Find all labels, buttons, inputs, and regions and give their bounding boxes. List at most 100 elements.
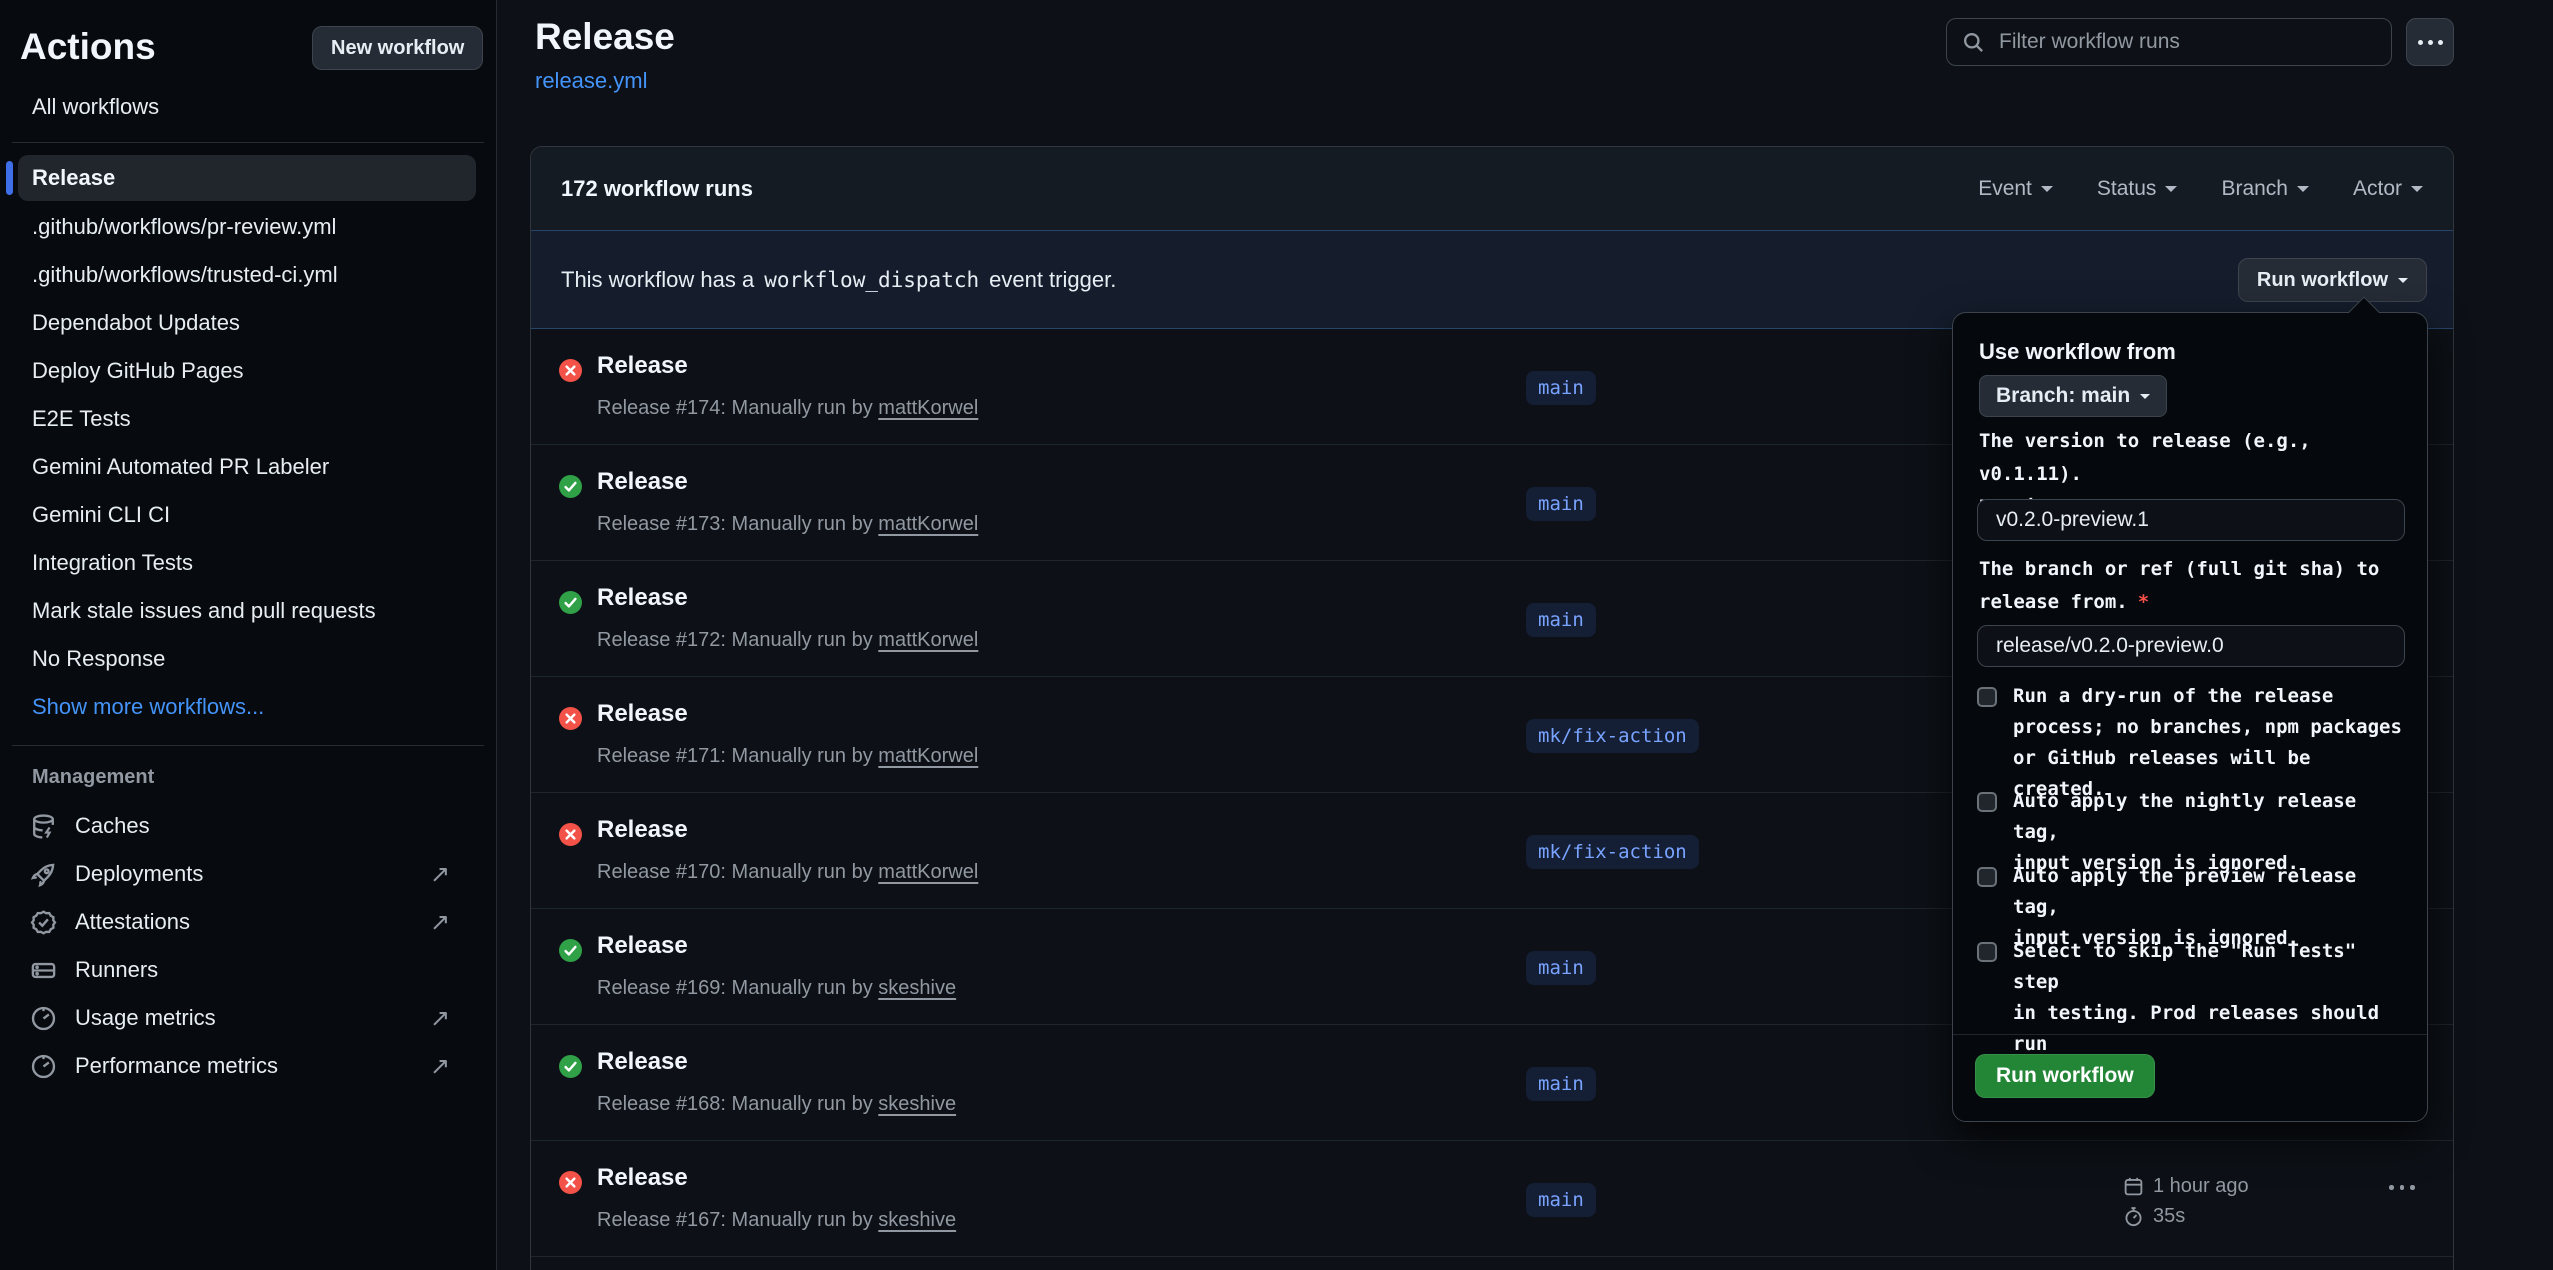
sidebar-item-workflow[interactable]: .github/workflows/pr-review.yml [18,204,476,250]
dry-run-checkbox[interactable] [1977,687,1997,707]
actor-link[interactable]: skeshive [878,1093,956,1115]
run-duration: 35s [2153,1205,2185,1228]
run-title-link[interactable]: Release [597,700,688,728]
success-icon [559,475,582,498]
chevron-down-icon [2140,394,2150,404]
sidebar-item-workflow[interactable]: Dependabot Updates [18,300,476,346]
sidebar-item-workflow[interactable]: Mark stale issues and pull requests [18,588,476,634]
run-time: 1 hour ago [2153,1175,2249,1198]
run-title-link[interactable]: Release [597,816,688,844]
sidebar-item-all-workflows[interactable]: All workflows [18,84,476,130]
run-title-link[interactable]: Release [597,352,688,380]
run-title-link[interactable]: Release [597,584,688,612]
branch-badge[interactable]: mk/fix-action [1526,835,1699,869]
banner-text: event trigger. [989,267,1116,293]
branch-badge[interactable]: main [1526,371,1596,405]
nightly-tag-checkbox[interactable] [1977,792,1997,812]
sidebar-item-caches[interactable]: Caches [18,802,476,850]
sidebar-item-label: Attestations [75,909,476,935]
branch-selector-button[interactable]: Branch: main [1979,375,2167,417]
workflow-file-link[interactable]: release.yml [535,68,647,94]
run-description: Release #167: Manually run by skeshive [597,1209,956,1232]
sidebar-title: Actions [20,26,156,68]
external-link-icon: ↗ [430,1052,450,1081]
chevron-down-icon [2165,186,2177,198]
sidebar-item-workflow[interactable]: Integration Tests [18,540,476,586]
run-title-link[interactable]: Release [597,468,688,496]
ref-input[interactable] [1977,625,2405,667]
run-title-link[interactable]: Release [597,1048,688,1076]
sidebar-item-attestations[interactable]: Attestations ↗ [18,898,476,946]
sidebar-item-workflow[interactable]: Gemini CLI CI [18,492,476,538]
actor-link[interactable]: mattKorwel [878,629,978,651]
failure-icon [559,1171,582,1194]
banner-code: workflow_dispatch [764,268,979,292]
required-asterisk: * [2138,591,2149,613]
run-title-link[interactable]: Release [597,932,688,960]
cache-icon [30,813,57,840]
failure-icon [559,359,582,382]
filter-branch[interactable]: Branch [2221,177,2309,201]
actor-link[interactable]: skeshive [878,1209,956,1231]
sidebar-item-workflow[interactable]: Gemini Automated PR Labeler [18,444,476,490]
run-description: Release #174: Manually run by mattKorwel [597,397,978,420]
run-description: Release #168: Manually run by skeshive [597,1093,956,1116]
sidebar-item-workflow[interactable]: E2E Tests [18,396,476,442]
sidebar-item-label: Runners [75,957,476,983]
branch-badge[interactable]: main [1526,951,1596,985]
stopwatch-icon [2123,1206,2144,1227]
version-input[interactable] [1977,499,2405,541]
run-options-kebab-button[interactable] [2389,1185,2415,1190]
skip-tests-checkbox[interactable] [1977,942,1997,962]
filter-workflow-runs-input[interactable] [1946,18,2392,66]
success-icon [559,939,582,962]
chevron-down-icon [2411,186,2423,198]
divider [12,142,484,143]
branch-badge[interactable]: mk/fix-action [1526,719,1699,753]
actor-link[interactable]: mattKorwel [878,745,978,767]
chevron-down-icon [2041,186,2053,198]
meter-icon [30,1053,57,1080]
sidebar-item-release[interactable]: Release [18,155,476,201]
run-workflow-popover: Use workflow from Branch: main The versi… [1952,312,2428,1122]
sidebar-item-usage-metrics[interactable]: Usage metrics ↗ [18,994,476,1042]
filter-event[interactable]: Event [1978,177,2053,201]
calendar-icon [2123,1176,2144,1197]
sidebar-item-deployments[interactable]: Deployments ↗ [18,850,476,898]
run-title-link[interactable]: Release [597,1164,688,1192]
preview-tag-checkbox[interactable] [1977,867,1997,887]
run-workflow-submit-button[interactable]: Run workflow [1975,1054,2155,1098]
management-heading: Management [32,766,154,789]
workflow-options-kebab-button[interactable] [2406,18,2454,66]
failure-icon [559,707,582,730]
verified-icon [30,909,57,936]
run-description: Release #169: Manually run by skeshive [597,977,956,1000]
sidebar-item-label: Caches [75,813,476,839]
branch-badge[interactable]: main [1526,1183,1596,1217]
runs-panel-header: 172 workflow runs Event Status Branch Ac… [531,147,2453,230]
sidebar-item-runners[interactable]: Runners [18,946,476,994]
sidebar-item-workflow[interactable]: No Response [18,636,476,682]
actor-link[interactable]: skeshive [878,977,956,999]
new-workflow-button[interactable]: New workflow [312,26,483,70]
sidebar-item-performance-metrics[interactable]: Performance metrics ↗ [18,1042,476,1090]
sidebar-item-label: Usage metrics [75,1005,476,1031]
branch-badge[interactable]: main [1526,487,1596,521]
actor-link[interactable]: mattKorwel [878,861,978,883]
branch-badge[interactable]: main [1526,1067,1596,1101]
actor-link[interactable]: mattKorwel [878,513,978,535]
runs-count: 172 workflow runs [561,176,1978,202]
filter-status[interactable]: Status [2097,177,2178,201]
filter-actor[interactable]: Actor [2353,177,2423,201]
branch-badge[interactable]: main [1526,603,1596,637]
page-title: Release [535,16,675,58]
sidebar-item-workflow[interactable]: .github/workflows/trusted-ci.yml [18,252,476,298]
actor-link[interactable]: mattKorwel [878,397,978,419]
workflow-run-row: Release Release #167: Manually run by sk… [531,1141,2453,1257]
run-filters: Event Status Branch Actor [1978,177,2423,201]
sidebar-item-workflow[interactable]: Deploy GitHub Pages [18,348,476,394]
external-link-icon: ↗ [430,860,450,889]
show-more-workflows-link[interactable]: Show more workflows... [18,684,476,730]
run-workflow-dropdown-button[interactable]: Run workflow [2238,258,2427,302]
chevron-down-icon [2398,278,2408,288]
